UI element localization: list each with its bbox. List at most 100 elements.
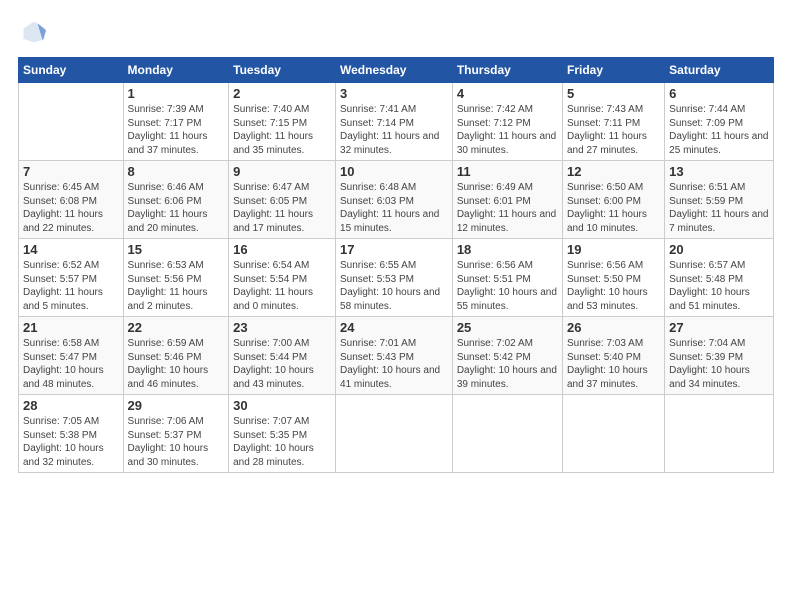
day-info: Sunrise: 7:44 AMSunset: 7:09 PMDaylight:… xyxy=(669,103,769,157)
day-info: Sunrise: 7:39 AMSunset: 7:17 PMDaylight:… xyxy=(128,103,225,157)
calendar-cell: 4 Sunrise: 7:42 AMSunset: 7:12 PMDaylight… xyxy=(452,83,562,161)
calendar-cell: 23 Sunrise: 7:00 AMSunset: 5:44 PMDayligh… xyxy=(229,317,336,395)
day-number: 15 xyxy=(128,242,225,257)
calendar-cell: 2 Sunrise: 7:40 AMSunset: 7:15 PMDaylight… xyxy=(229,83,336,161)
calendar-cell: 27 Sunrise: 7:04 AMSunset: 5:39 PMDayligh… xyxy=(665,317,774,395)
day-number: 24 xyxy=(340,320,448,335)
day-info: Sunrise: 7:05 AMSunset: 5:38 PMDaylight:… xyxy=(23,415,119,469)
day-number: 10 xyxy=(340,164,448,179)
day-info: Sunrise: 6:52 AMSunset: 5:57 PMDaylight:… xyxy=(23,259,119,313)
calendar-cell: 16 Sunrise: 6:54 AMSunset: 5:54 PMDayligh… xyxy=(229,239,336,317)
calendar-cell: 29 Sunrise: 7:06 AMSunset: 5:37 PMDayligh… xyxy=(123,395,229,473)
calendar-cell: 13 Sunrise: 6:51 AMSunset: 5:59 PMDayligh… xyxy=(665,161,774,239)
day-info: Sunrise: 6:49 AMSunset: 6:01 PMDaylight:… xyxy=(457,181,558,235)
day-number: 19 xyxy=(567,242,660,257)
calendar-cell xyxy=(665,395,774,473)
day-info: Sunrise: 7:41 AMSunset: 7:14 PMDaylight:… xyxy=(340,103,448,157)
day-number: 27 xyxy=(669,320,769,335)
day-info: Sunrise: 6:45 AMSunset: 6:08 PMDaylight:… xyxy=(23,181,119,235)
calendar-cell: 15Sunrise: 6:53 AMSunset: 5:56 PMDayligh… xyxy=(123,239,229,317)
day-number: 28 xyxy=(23,398,119,413)
calendar-cell: 18 Sunrise: 6:56 AMSunset: 5:51 PMDayligh… xyxy=(452,239,562,317)
day-number: 25 xyxy=(457,320,558,335)
calendar-cell: 3 Sunrise: 7:41 AMSunset: 7:14 PMDaylight… xyxy=(336,83,453,161)
logo-icon xyxy=(20,18,48,46)
logo xyxy=(18,18,48,51)
day-number: 3 xyxy=(340,86,448,101)
day-info: Sunrise: 6:56 AMSunset: 5:51 PMDaylight:… xyxy=(457,259,558,313)
calendar-cell: 11 Sunrise: 6:49 AMSunset: 6:01 PMDayligh… xyxy=(452,161,562,239)
column-header-friday: Friday xyxy=(563,58,665,83)
day-info: Sunrise: 6:47 AMSunset: 6:05 PMDaylight:… xyxy=(233,181,331,235)
day-number: 23 xyxy=(233,320,331,335)
day-info: Sunrise: 6:46 AMSunset: 6:06 PMDaylight:… xyxy=(128,181,225,235)
day-number: 18 xyxy=(457,242,558,257)
day-number: 13 xyxy=(669,164,769,179)
day-info: Sunrise: 6:51 AMSunset: 5:59 PMDaylight:… xyxy=(669,181,769,235)
day-info: Sunrise: 6:59 AMSunset: 5:46 PMDaylight:… xyxy=(128,337,225,391)
day-number: 9 xyxy=(233,164,331,179)
column-header-tuesday: Tuesday xyxy=(229,58,336,83)
day-info: Sunrise: 6:55 AMSunset: 5:53 PMDaylight:… xyxy=(340,259,448,313)
calendar-cell xyxy=(563,395,665,473)
day-info: Sunrise: 6:56 AMSunset: 5:50 PMDaylight:… xyxy=(567,259,660,313)
day-number: 26 xyxy=(567,320,660,335)
day-info: Sunrise: 7:03 AMSunset: 5:40 PMDaylight:… xyxy=(567,337,660,391)
day-info: Sunrise: 7:42 AMSunset: 7:12 PMDaylight:… xyxy=(457,103,558,157)
calendar-cell: 25 Sunrise: 7:02 AMSunset: 5:42 PMDayligh… xyxy=(452,317,562,395)
calendar-week-row: 1Sunrise: 7:39 AMSunset: 7:17 PMDaylight… xyxy=(19,83,774,161)
day-info: Sunrise: 7:06 AMSunset: 5:37 PMDaylight:… xyxy=(128,415,225,469)
day-info: Sunrise: 7:00 AMSunset: 5:44 PMDaylight:… xyxy=(233,337,331,391)
day-number: 5 xyxy=(567,86,660,101)
day-info: Sunrise: 6:58 AMSunset: 5:47 PMDaylight:… xyxy=(23,337,119,391)
day-number: 7 xyxy=(23,164,119,179)
day-number: 22 xyxy=(128,320,225,335)
calendar-cell: 30 Sunrise: 7:07 AMSunset: 5:35 PMDayligh… xyxy=(229,395,336,473)
page: SundayMondayTuesdayWednesdayThursdayFrid… xyxy=(0,0,792,483)
day-info: Sunrise: 7:07 AMSunset: 5:35 PMDaylight:… xyxy=(233,415,331,469)
day-number: 6 xyxy=(669,86,769,101)
day-number: 2 xyxy=(233,86,331,101)
calendar-week-row: 28 Sunrise: 7:05 AMSunset: 5:38 PMDayligh… xyxy=(19,395,774,473)
day-number: 21 xyxy=(23,320,119,335)
day-number: 12 xyxy=(567,164,660,179)
calendar-cell: 6 Sunrise: 7:44 AMSunset: 7:09 PMDaylight… xyxy=(665,83,774,161)
calendar-cell: 24 Sunrise: 7:01 AMSunset: 5:43 PMDayligh… xyxy=(336,317,453,395)
calendar-cell: 7 Sunrise: 6:45 AMSunset: 6:08 PMDaylight… xyxy=(19,161,124,239)
day-number: 29 xyxy=(128,398,225,413)
day-info: Sunrise: 6:54 AMSunset: 5:54 PMDaylight:… xyxy=(233,259,331,313)
column-header-wednesday: Wednesday xyxy=(336,58,453,83)
calendar-cell: 10 Sunrise: 6:48 AMSunset: 6:03 PMDayligh… xyxy=(336,161,453,239)
calendar-cell: 21 Sunrise: 6:58 AMSunset: 5:47 PMDayligh… xyxy=(19,317,124,395)
day-number: 16 xyxy=(233,242,331,257)
calendar-week-row: 14 Sunrise: 6:52 AMSunset: 5:57 PMDayligh… xyxy=(19,239,774,317)
calendar-cell: 17Sunrise: 6:55 AMSunset: 5:53 PMDayligh… xyxy=(336,239,453,317)
day-number: 20 xyxy=(669,242,769,257)
calendar-header-row: SundayMondayTuesdayWednesdayThursdayFrid… xyxy=(19,58,774,83)
day-info: Sunrise: 7:02 AMSunset: 5:42 PMDaylight:… xyxy=(457,337,558,391)
calendar-cell: 8 Sunrise: 6:46 AMSunset: 6:06 PMDaylight… xyxy=(123,161,229,239)
column-header-saturday: Saturday xyxy=(665,58,774,83)
day-info: Sunrise: 7:40 AMSunset: 7:15 PMDaylight:… xyxy=(233,103,331,157)
calendar-cell: 22 Sunrise: 6:59 AMSunset: 5:46 PMDayligh… xyxy=(123,317,229,395)
day-number: 30 xyxy=(233,398,331,413)
column-header-monday: Monday xyxy=(123,58,229,83)
day-number: 14 xyxy=(23,242,119,257)
day-number: 4 xyxy=(457,86,558,101)
column-header-thursday: Thursday xyxy=(452,58,562,83)
calendar-cell xyxy=(336,395,453,473)
day-number: 8 xyxy=(128,164,225,179)
calendar-cell: 14 Sunrise: 6:52 AMSunset: 5:57 PMDayligh… xyxy=(19,239,124,317)
calendar-cell: 20Sunrise: 6:57 AMSunset: 5:48 PMDayligh… xyxy=(665,239,774,317)
calendar-cell: 9 Sunrise: 6:47 AMSunset: 6:05 PMDaylight… xyxy=(229,161,336,239)
day-info: Sunrise: 7:43 AMSunset: 7:11 PMDaylight:… xyxy=(567,103,660,157)
day-info: Sunrise: 7:04 AMSunset: 5:39 PMDaylight:… xyxy=(669,337,769,391)
column-header-sunday: Sunday xyxy=(19,58,124,83)
day-number: 11 xyxy=(457,164,558,179)
day-info: Sunrise: 6:48 AMSunset: 6:03 PMDaylight:… xyxy=(340,181,448,235)
calendar-cell: 26 Sunrise: 7:03 AMSunset: 5:40 PMDayligh… xyxy=(563,317,665,395)
calendar-cell: 12Sunrise: 6:50 AMSunset: 6:00 PMDayligh… xyxy=(563,161,665,239)
day-info: Sunrise: 7:01 AMSunset: 5:43 PMDaylight:… xyxy=(340,337,448,391)
calendar-cell: 28 Sunrise: 7:05 AMSunset: 5:38 PMDayligh… xyxy=(19,395,124,473)
calendar-week-row: 7 Sunrise: 6:45 AMSunset: 6:08 PMDaylight… xyxy=(19,161,774,239)
